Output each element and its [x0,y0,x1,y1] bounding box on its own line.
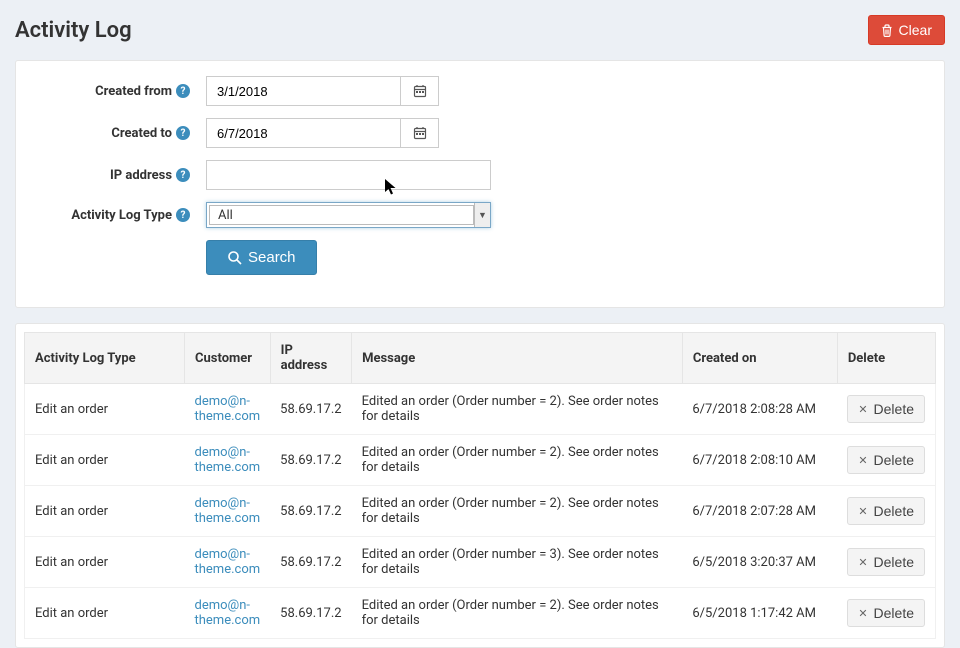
calendar-icon[interactable] [401,76,439,106]
cell-type: Edit an order [25,537,185,588]
clear-label: Clear [899,22,932,38]
page-title: Activity Log [15,18,132,43]
cell-created: 6/5/2018 3:20:37 AM [682,537,837,588]
log-type-value: All [209,205,474,225]
delete-label: Delete [874,503,914,519]
cell-created: 6/7/2018 2:08:10 AM [682,435,837,486]
clear-button[interactable]: Clear [868,15,945,45]
cell-created: 6/7/2018 2:08:28 AM [682,384,837,435]
filter-panel: Created from ? Created to ? [15,60,945,308]
log-type-label: Activity Log Type ? [36,208,196,223]
log-type-select[interactable]: All ▼ [206,202,491,228]
col-delete: Delete [837,333,935,384]
trash-icon [881,24,893,37]
customer-link[interactable]: demo@n-theme.com [195,394,261,424]
delete-button[interactable]: ✕ Delete [847,497,925,525]
cell-ip: 58.69.17.2 [270,588,351,639]
help-icon[interactable]: ? [176,84,190,98]
cell-created: 6/7/2018 2:07:28 AM [682,486,837,537]
cell-message: Edited an order (Order number = 3). See … [352,537,683,588]
delete-label: Delete [874,554,914,570]
col-ip[interactable]: IP address [270,333,351,384]
cell-ip: 58.69.17.2 [270,486,351,537]
created-from-input[interactable] [206,76,401,106]
delete-label: Delete [874,605,914,621]
results-table: Activity Log Type Customer IP address Me… [24,332,936,639]
delete-button[interactable]: ✕ Delete [847,395,925,423]
cell-message: Edited an order (Order number = 2). See … [352,435,683,486]
search-label: Search [248,249,296,266]
help-icon[interactable]: ? [176,208,190,222]
customer-link[interactable]: demo@n-theme.com [195,598,261,628]
customer-link[interactable]: demo@n-theme.com [195,445,261,475]
created-to-label: Created to ? [36,126,196,141]
col-customer[interactable]: Customer [185,333,271,384]
delete-button[interactable]: ✕ Delete [847,599,925,627]
cell-type: Edit an order [25,435,185,486]
cell-type: Edit an order [25,486,185,537]
cell-message: Edited an order (Order number = 2). See … [352,384,683,435]
customer-link[interactable]: demo@n-theme.com [195,547,261,577]
close-icon: ✕ [858,505,867,518]
cell-message: Edited an order (Order number = 2). See … [352,588,683,639]
delete-button[interactable]: ✕ Delete [847,548,925,576]
created-from-label: Created from ? [36,84,196,99]
close-icon: ✕ [858,607,867,620]
calendar-icon[interactable] [401,118,439,148]
table-row: Edit an order demo@n-theme.com 58.69.17.2E… [25,486,936,537]
delete-button[interactable]: ✕ Delete [847,446,925,474]
cell-ip: 58.69.17.2 [270,435,351,486]
cell-type: Edit an order [25,588,185,639]
cell-ip: 58.69.17.2 [270,384,351,435]
ip-input[interactable] [206,160,491,190]
close-icon: ✕ [858,454,867,467]
table-row: Edit an order demo@n-theme.com 58.69.17.2E… [25,537,936,588]
cell-created: 6/5/2018 1:17:42 AM [682,588,837,639]
table-row: Edit an order demo@n-theme.com 58.69.17.2E… [25,435,936,486]
search-button[interactable]: Search [206,240,317,275]
cell-message: Edited an order (Order number = 2). See … [352,486,683,537]
close-icon: ✕ [858,556,867,569]
help-icon[interactable]: ? [176,126,190,140]
results-panel: Activity Log Type Customer IP address Me… [15,323,945,648]
chevron-down-icon[interactable]: ▼ [474,203,490,227]
created-to-input[interactable] [206,118,401,148]
customer-link[interactable]: demo@n-theme.com [195,496,261,526]
close-icon: ✕ [858,403,867,416]
cell-ip: 58.69.17.2 [270,537,351,588]
cell-type: Edit an order [25,384,185,435]
col-message[interactable]: Message [352,333,683,384]
ip-label: IP address ? [36,168,196,183]
search-icon [227,250,242,265]
delete-label: Delete [874,401,914,417]
col-type[interactable]: Activity Log Type [25,333,185,384]
help-icon[interactable]: ? [176,168,190,182]
table-row: Edit an order demo@n-theme.com 58.69.17.2E… [25,588,936,639]
col-created[interactable]: Created on [682,333,837,384]
table-row: Edit an order demo@n-theme.com 58.69.17.2E… [25,384,936,435]
delete-label: Delete [874,452,914,468]
